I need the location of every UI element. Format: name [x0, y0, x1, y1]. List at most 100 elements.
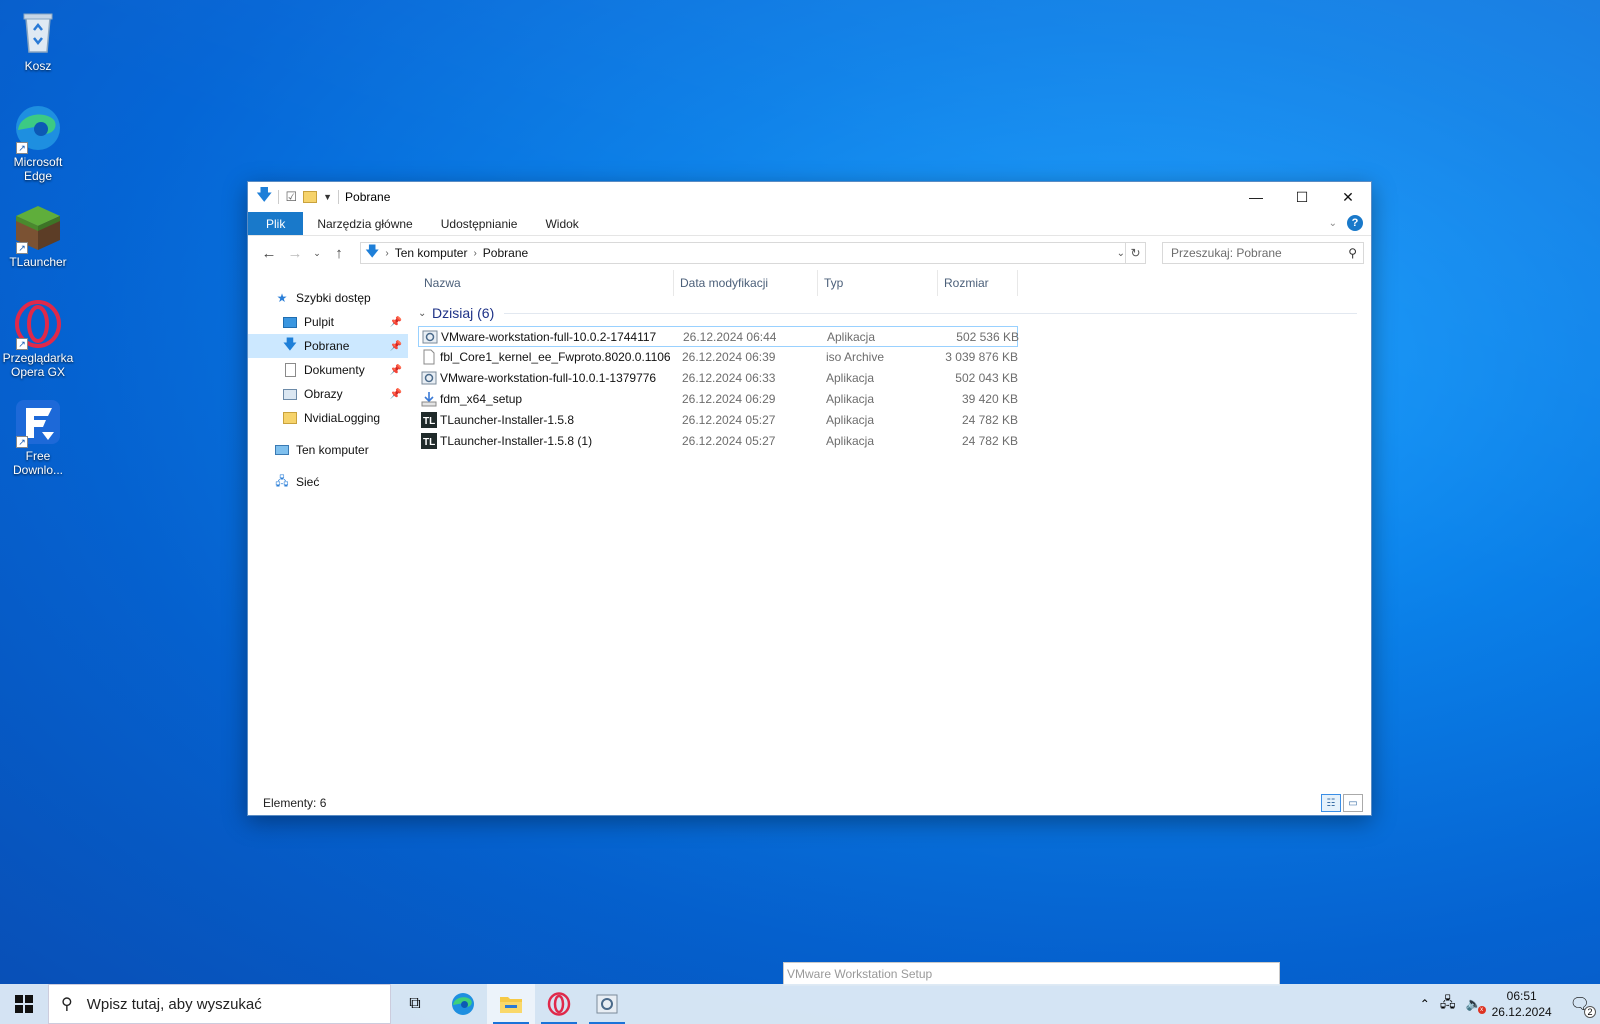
tab-view[interactable]: Widok [531, 212, 592, 235]
taskbar-preview-tooltip: VMware Workstation Setup [783, 962, 1280, 986]
chevron-right-icon[interactable]: › [473, 248, 476, 259]
divider [504, 312, 1357, 314]
clock-date: 26.12.2024 [1491, 1005, 1552, 1019]
opera-gx-icon [547, 992, 571, 1016]
table-row[interactable]: TL TLauncher-Installer-1.5.8 26.12.2024 … [418, 410, 1018, 431]
task-view-icon: ⧉ [409, 995, 421, 1012]
vmware-installer-icon [596, 994, 618, 1014]
forward-button[interactable]: → [284, 242, 306, 264]
title-bar: 🡇 ☑ ▼ Pobrane — ☐ ✕ [248, 182, 1371, 212]
file-date: 26.12.2024 06:33 [682, 371, 776, 385]
shortcut-arrow-icon: ↗ [16, 436, 28, 448]
edge-icon [452, 993, 474, 1015]
search-input[interactable]: Przeszukaj: Pobrane ⚲ [1162, 242, 1364, 264]
tlauncher-icon: TL [421, 412, 437, 428]
back-button[interactable]: ← [258, 242, 280, 264]
table-row[interactable]: VMware-workstation-full-10.0.2-1744117 2… [418, 326, 1019, 347]
minecraft-block-icon: ↗ [14, 204, 62, 254]
file-size: 39 420 KB [961, 392, 1018, 406]
tab-share[interactable]: Udostępnianie [427, 212, 532, 235]
nav-label: Pulpit [304, 315, 335, 329]
taskbar-vmware-setup[interactable] [583, 984, 631, 1024]
column-header-type[interactable]: Typ [818, 270, 938, 296]
expand-ribbon-icon[interactable]: ⌄ [1329, 218, 1337, 229]
recycle-bin-icon [14, 8, 62, 56]
taskbar-edge[interactable] [439, 984, 487, 1024]
clock[interactable]: 06:51 26.12.2024 [1492, 988, 1552, 1020]
group-header-today[interactable]: ⌄ Dzisiaj (6) [418, 300, 1363, 326]
nav-item-desktop[interactable]: Pulpit 📌 [248, 310, 408, 334]
chevron-up-icon[interactable]: ⌃ [1420, 997, 1430, 1011]
up-button[interactable]: ↑ [328, 242, 350, 264]
file-date: 26.12.2024 05:27 [682, 413, 776, 427]
downloads-folder-icon: 🡇 [282, 336, 298, 352]
nav-item-pictures[interactable]: Obrazy 📌 [248, 382, 408, 406]
pin-icon[interactable]: 📌 [390, 341, 402, 352]
star-icon: ★ [276, 291, 288, 305]
table-row[interactable]: VMware-workstation-full-10.0.1-1379776 2… [418, 368, 1018, 389]
details-view-icon[interactable]: ☷ [1321, 794, 1341, 812]
taskbar-search-placeholder: Wpisz tutaj, aby wyszukać [86, 995, 262, 1013]
file-type: Aplikacja [826, 413, 875, 427]
taskbar-file-explorer[interactable] [487, 984, 535, 1024]
file-name: fbl_Core1_kernel_ee_Fwproto.8020.0.1106.… [440, 350, 670, 364]
desktop-icon-free-download-manager[interactable]: ↗ Free Downlo... [0, 398, 76, 477]
nav-item-documents[interactable]: Dokumenty 📌 [248, 358, 408, 382]
pin-icon[interactable]: 📌 [390, 389, 402, 400]
desktop-icon-opera-gx[interactable]: ↗ Przeglądarka Opera GX [0, 300, 76, 379]
pin-icon[interactable]: 📌 [390, 365, 402, 376]
taskbar-search-input[interactable]: ⚲ Wpisz tutaj, aby wyszukać [48, 984, 391, 1024]
nav-quick-access[interactable]: ★ Szybki dostęp [248, 286, 408, 310]
recent-locations-button[interactable]: ⌄ [310, 242, 324, 264]
nav-item-downloads[interactable]: 🡇 Pobrane 📌 [248, 334, 408, 358]
minimize-button[interactable]: — [1233, 182, 1279, 212]
table-row[interactable]: fbl_Core1_kernel_ee_Fwproto.8020.0.1106.… [418, 347, 1018, 368]
network-icon[interactable]: 🖧 [1440, 992, 1456, 1016]
nav-this-pc[interactable]: Ten komputer [248, 438, 408, 462]
notifications-icon[interactable]: 🗨 2 [1570, 994, 1596, 1018]
nav-item-nvidialogging[interactable]: NvidiaLogging [248, 406, 408, 430]
tab-home[interactable]: Narzędzia główne [303, 212, 426, 235]
table-row[interactable]: fdm_x64_setup 26.12.2024 06:29 Aplikacja… [418, 389, 1018, 410]
nav-label: NvidiaLogging [304, 411, 381, 425]
breadcrumb-this-pc[interactable]: Ten komputer [395, 246, 468, 260]
desktop-icon-label: Free Downlo... [12, 449, 64, 477]
desktop-icon-edge[interactable]: ↗ Microsoft Edge [0, 104, 76, 183]
address-dropdown-icon[interactable]: ⌄ [1117, 248, 1125, 259]
table-row[interactable]: TL TLauncher-Installer-1.5.8 (1) 26.12.2… [418, 431, 1018, 452]
svg-text:TL: TL [423, 416, 435, 427]
column-header-date[interactable]: Data modyfikacji [674, 270, 818, 296]
refresh-icon[interactable]: ↻ [1125, 243, 1145, 263]
start-button[interactable] [0, 984, 48, 1024]
tab-file[interactable]: Plik [248, 212, 304, 235]
chevron-down-icon[interactable]: ⌄ [418, 308, 426, 319]
new-folder-icon[interactable] [303, 191, 318, 203]
folder-icon [500, 997, 522, 1013]
divider [278, 190, 280, 204]
maximize-button[interactable]: ☐ [1279, 182, 1325, 212]
file-type: Aplikacja [826, 392, 875, 406]
edge-icon: ↗ [14, 104, 62, 154]
customize-toolbar-icon[interactable]: ▼ [323, 192, 332, 202]
column-header-name[interactable]: Nazwa [418, 270, 674, 296]
volume-muted-icon[interactable]: 🔈 x [1465, 996, 1486, 1014]
close-button[interactable]: ✕ [1325, 182, 1371, 212]
column-header-size[interactable]: Rozmiar [938, 270, 1018, 296]
nav-network[interactable]: 🖧 Sieć [248, 470, 408, 494]
file-type: Aplikacja [826, 434, 875, 448]
chevron-right-icon[interactable]: › [385, 248, 388, 259]
address-bar[interactable]: 🡇 › Ten komputer › Pobrane ⌄ ↻ [360, 242, 1146, 264]
pin-icon[interactable]: 📌 [390, 317, 402, 328]
task-view-button[interactable]: ⧉ [391, 984, 439, 1024]
item-count: Elementy: 6 [263, 796, 327, 810]
help-icon[interactable]: ? [1347, 215, 1363, 231]
file-list: Nazwa Data modyfikacji Typ Rozmiar ⌄ Dzi… [418, 270, 1363, 791]
breadcrumb-downloads[interactable]: Pobrane [483, 246, 528, 260]
desktop-icon-recycle-bin[interactable]: Kosz [0, 8, 76, 73]
properties-icon[interactable]: ☑ [285, 189, 297, 205]
large-icons-view-icon[interactable]: ▭ [1343, 794, 1363, 812]
status-bar: Elementy: 6 ☷ ▭ [248, 791, 1371, 815]
desktop-icon-tlauncher[interactable]: ↗ TLauncher [0, 204, 76, 269]
taskbar-opera-gx[interactable] [535, 984, 583, 1024]
svg-text:TL: TL [423, 437, 435, 448]
